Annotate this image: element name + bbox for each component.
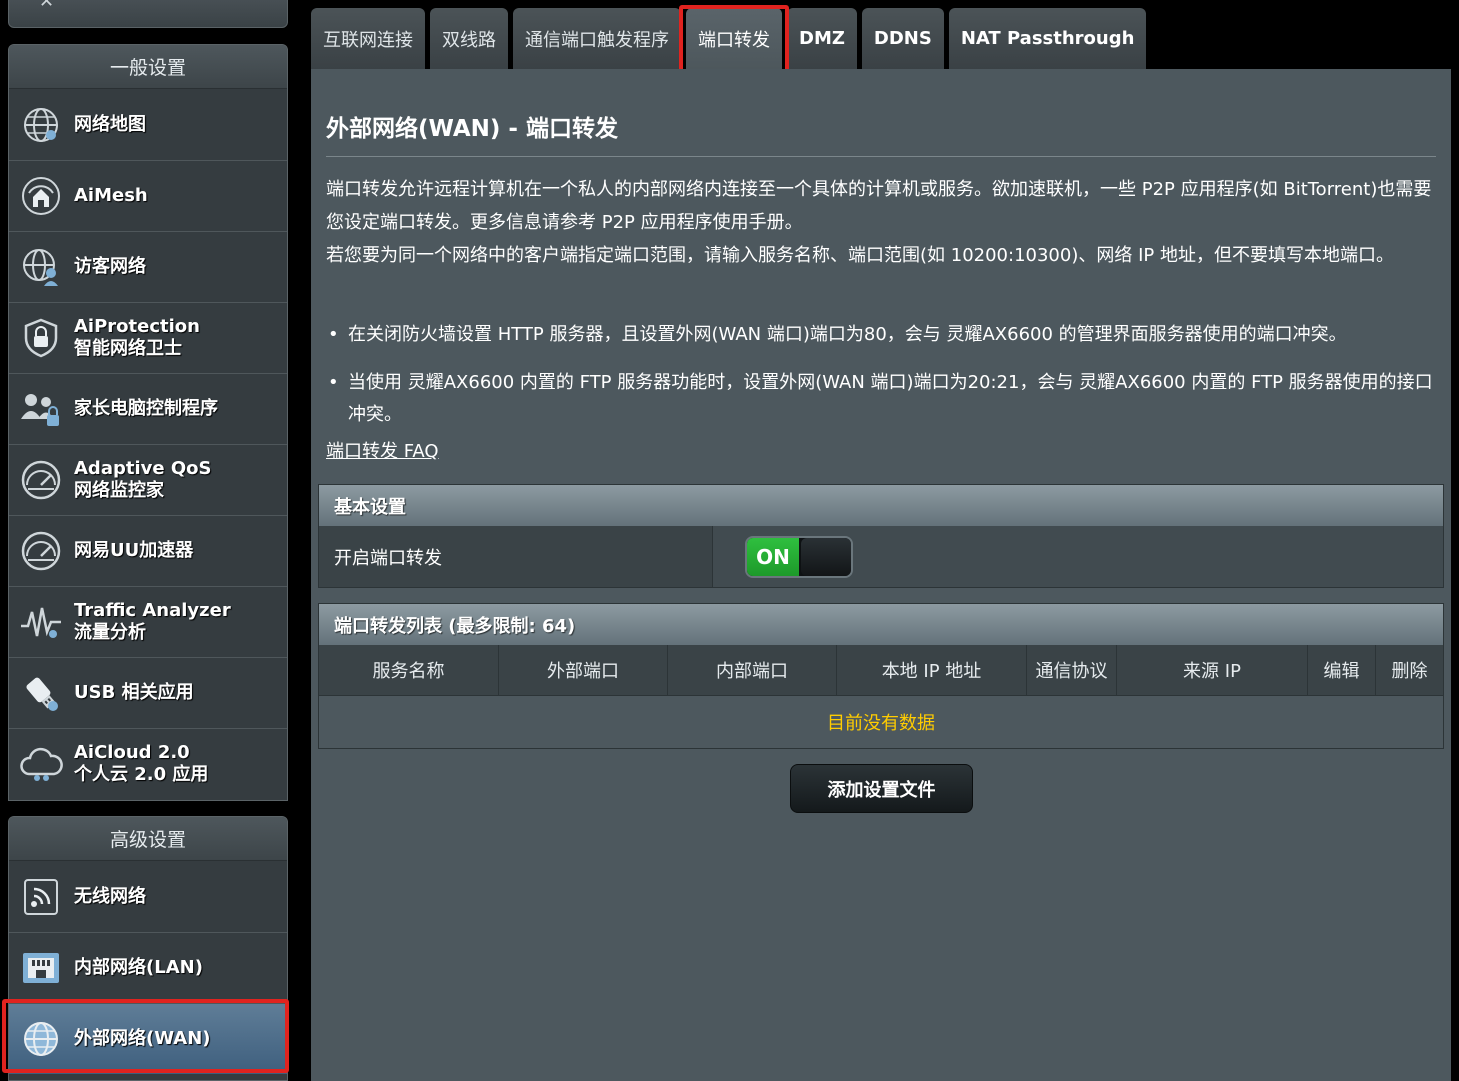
column-header-service-name: 服务名称 xyxy=(319,645,499,695)
column-header-local-ip: 本地 IP 地址 xyxy=(837,645,1027,695)
tab-nat-passthrough[interactable]: NAT Passthrough xyxy=(948,8,1147,69)
basic-settings-header: 基本设置 xyxy=(319,485,1443,526)
globe-icon xyxy=(19,1017,63,1061)
sidebar-item-usb[interactable]: USB 相关应用 xyxy=(9,657,287,728)
sidebar-item-label: Adaptive QoS 网络监控家 xyxy=(74,458,212,501)
faq-link[interactable]: 端口转发 FAQ xyxy=(326,437,439,463)
sidebar-item-network-map[interactable]: 网络地图 xyxy=(9,89,287,160)
sidebar-item-label: 访客网络 xyxy=(74,256,146,277)
tab-dmz[interactable]: DMZ xyxy=(787,8,857,69)
advanced-settings-menu: 高级设置 无线网络 内部网络(LAN) 外部网络(WAN) xyxy=(8,816,288,1081)
sidebar-item-aimesh[interactable]: AiMesh xyxy=(9,160,287,231)
guest-network-icon xyxy=(19,245,63,289)
toggle-on-label: ON xyxy=(747,538,799,576)
globe-network-icon xyxy=(19,103,63,147)
tab-dual-wan[interactable]: 双线路 xyxy=(430,8,508,69)
page-title: 外部网络(WAN) - 端口转发 xyxy=(326,116,618,142)
sidebar-item-wireless[interactable]: 无线网络 xyxy=(9,861,287,932)
sidebar-item-label: Traffic Analyzer 流量分析 xyxy=(74,600,231,643)
sidebar-item-adaptive-qos[interactable]: Adaptive QoS 网络监控家 xyxy=(9,444,287,515)
wireless-icon xyxy=(19,875,63,919)
sidebar-item-label: 无线网络 xyxy=(74,885,146,907)
sidebar-item-label: 网络地图 xyxy=(74,113,146,135)
column-header-protocol: 通信协议 xyxy=(1027,645,1117,695)
sidebar-item-aiprotection[interactable]: AiProtection 智能网络卫士 xyxy=(9,302,287,373)
sidebar-item-lan[interactable]: 内部网络(LAN) xyxy=(9,932,287,1003)
speedometer-icon xyxy=(19,458,63,502)
usb-icon xyxy=(19,671,63,715)
aimesh-home-icon xyxy=(19,174,63,218)
description-paragraph: 若您要为同一个网络中的客户端指定端口范围，请输入服务名称、端口范围(如 1020… xyxy=(326,245,1394,266)
table-header-row: 服务名称 外部端口 内部端口 本地 IP 地址 通信协议 来源 IP 编辑 删除 xyxy=(319,645,1443,696)
note-item: 在关闭防火墙设置 HTTP 服务器，且设置外网(WAN 端口)端口为80，会与 … xyxy=(326,319,1436,351)
empty-table-message: 目前没有数据 xyxy=(319,696,1443,747)
note-item: 当使用 灵耀AX6600 内置的 FTP 服务器功能时，设置外网(WAN 端口)… xyxy=(326,367,1436,431)
port-forwarding-toggle[interactable]: ON xyxy=(745,536,853,578)
sidebar-item-label: 外部网络(WAN) xyxy=(74,1028,211,1049)
page-description: 端口转发允许远程计算机在一个私人的内部网络内连接至一个具体的计算机或服务。欲加速… xyxy=(326,173,1436,272)
port-forwarding-list-section: 端口转发列表 (最多限制: 64) 服务名称 外部端口 内部端口 本地 IP 地… xyxy=(318,603,1444,749)
sidebar-item-label: USB 相关应用 xyxy=(74,682,194,703)
sidebar-item-label: 家长电脑控制程序 xyxy=(74,398,218,419)
sidebar-item-uu-accelerator[interactable]: 网易UU加速器 xyxy=(9,515,287,586)
sidebar-item-parental-control[interactable]: 家长电脑控制程序 xyxy=(9,373,287,444)
speedometer-icon xyxy=(19,529,63,573)
general-settings-menu: 一般设置 网络地图 AiMesh 访客网络 AiProtection 智能网络卫士… xyxy=(8,44,288,801)
tab-internet-connection[interactable]: 互联网连接 xyxy=(311,8,425,69)
sidebar-item-label: AiCloud 2.0 个人云 2.0 应用 xyxy=(74,742,209,785)
sidebar-item-label: 网易UU加速器 xyxy=(74,540,194,561)
column-header-internal-port: 内部端口 xyxy=(668,645,837,695)
tab-port-trigger[interactable]: 通信端口触发程序 xyxy=(513,8,681,69)
add-profile-button[interactable]: 添加设置文件 xyxy=(790,764,973,813)
toggle-knob xyxy=(801,538,851,576)
parental-control-icon xyxy=(19,387,63,431)
setting-value-cell: ON xyxy=(713,526,1443,587)
enable-port-forwarding-row: 开启端口转发 ON xyxy=(319,526,1443,587)
magic-wand-icon: ✕ xyxy=(39,0,55,12)
sidebar-top-stub: ✕ xyxy=(8,0,288,28)
description-paragraph: 端口转发允许远程计算机在一个私人的内部网络内连接至一个具体的计算机或服务。欲加速… xyxy=(326,179,1432,233)
general-settings-header: 一般设置 xyxy=(9,45,287,89)
tab-bar: 互联网连接 双线路 通信端口触发程序 端口转发 DMZ DDNS NAT Pas… xyxy=(311,8,1151,69)
main-content: 外部网络(WAN) - 端口转发 端口转发允许远程计算机在一个私人的内部网络内连… xyxy=(311,69,1451,1081)
column-header-delete: 删除 xyxy=(1391,661,1428,682)
tab-ddns[interactable]: DDNS xyxy=(861,8,944,69)
column-header-external-port: 外部端口 xyxy=(499,645,668,695)
lan-port-icon xyxy=(19,946,63,990)
sidebar-item-label: AiMesh xyxy=(74,185,148,206)
column-header-source-ip: 来源 IP xyxy=(1117,645,1308,695)
tab-port-forwarding[interactable]: 端口转发 xyxy=(686,8,782,69)
port-forwarding-list-header: 端口转发列表 (最多限制: 64) xyxy=(319,604,1443,645)
cloud-icon xyxy=(19,742,63,786)
notes-list: 在关闭防火墙设置 HTTP 服务器，且设置外网(WAN 端口)端口为80，会与 … xyxy=(326,319,1436,447)
shield-lock-icon xyxy=(19,316,63,360)
title-divider xyxy=(326,156,1436,157)
sidebar-item-label: 内部网络(LAN) xyxy=(74,957,203,978)
column-header-edit: 编辑 xyxy=(1308,645,1376,695)
advanced-settings-header: 高级设置 xyxy=(9,817,287,861)
sidebar-item-wan[interactable]: 外部网络(WAN) xyxy=(9,1003,287,1074)
enable-port-forwarding-label: 开启端口转发 xyxy=(319,526,713,587)
traffic-wave-icon xyxy=(19,600,63,644)
sidebar-item-label: AiProtection 智能网络卫士 xyxy=(74,316,200,359)
sidebar-item-traffic-analyzer[interactable]: Traffic Analyzer 流量分析 xyxy=(9,586,287,657)
sidebar-item-aicloud[interactable]: AiCloud 2.0 个人云 2.0 应用 xyxy=(9,728,287,799)
basic-settings-section: 基本设置 开启端口转发 ON xyxy=(318,484,1444,588)
sidebar-item-guest-network[interactable]: 访客网络 xyxy=(9,231,287,302)
